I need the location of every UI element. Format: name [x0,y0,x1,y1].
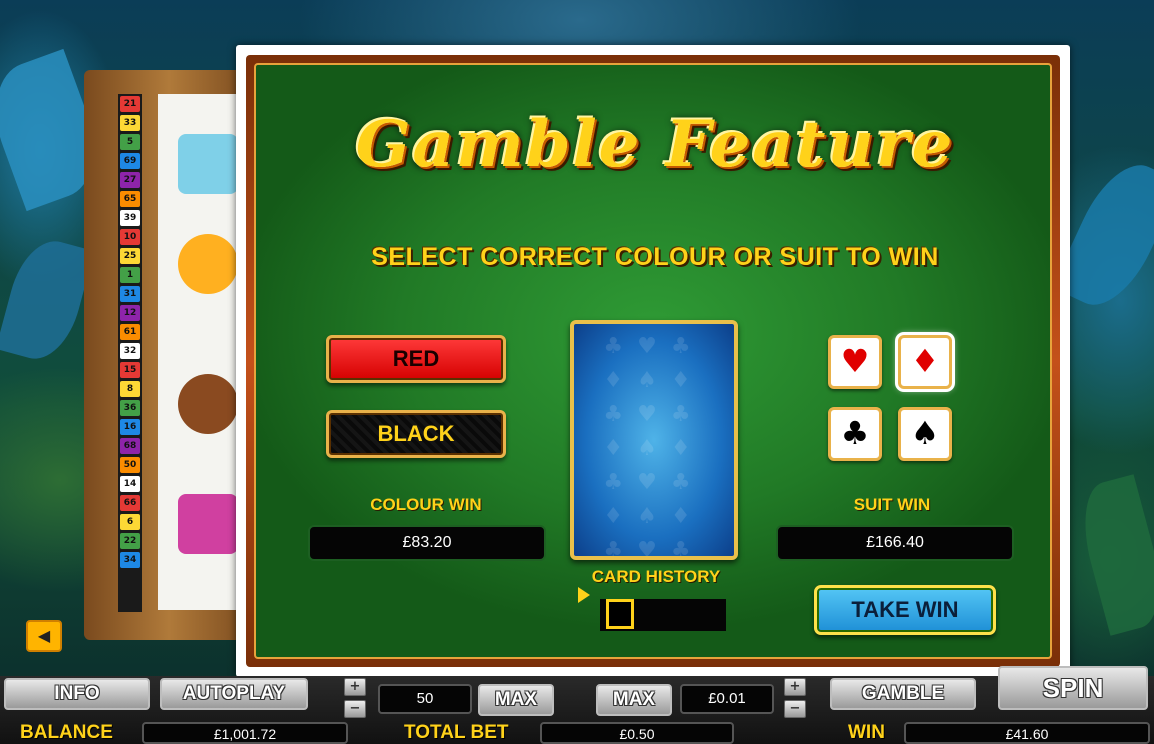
balance-value: £1,001.72 [142,722,348,744]
coin-decrease-button[interactable]: − [784,700,806,718]
payline-number: 14 [120,476,140,492]
payline-number: 31 [120,286,140,302]
payline-number: 36 [120,400,140,416]
payline-number: 66 [120,495,140,511]
payline-number: 68 [120,438,140,454]
lines-increase-button[interactable]: + [344,678,366,696]
gamble-card: ♣♥♣ ♦♠♦ ♣♥♣ ♦♠♦ ♣♥♣ ♦♠♦ ♣♥♣ [570,320,738,560]
card-history-label: CARD HISTORY [591,567,721,586]
payline-number: 34 [120,552,140,568]
payline-number: 10 [120,229,140,245]
gamble-frame: Gamble Feature SELECT CORRECT COLOUR OR … [246,55,1060,667]
payline-number: 16 [120,419,140,435]
symbol-icon [178,234,238,294]
lines-decrease-button[interactable]: − [344,700,366,718]
max-bet-button[interactable]: MAX [596,684,672,716]
payline-number: 33 [120,115,140,131]
gamble-title: Gamble Feature [355,107,955,182]
spin-button[interactable]: SPIN [998,666,1148,710]
max-lines-button[interactable]: MAX [478,684,554,716]
gamble-dialog: Gamble Feature SELECT CORRECT COLOUR OR … [236,45,1070,677]
black-button[interactable]: BLACK [326,410,506,458]
payline-number: 69 [120,153,140,169]
colour-win-value: £83.20 [308,525,546,561]
payline-number: 32 [120,343,140,359]
payline-number: 1 [120,267,140,283]
payline-number: 21 [120,96,140,112]
sound-toggle-icon[interactable]: ◀ [26,620,62,652]
payline-number: 12 [120,305,140,321]
diamonds-icon: ♦ [910,342,940,380]
card-history-slot [606,599,634,629]
coin-value: £0.01 [680,684,774,714]
clubs-icon: ♣ [840,414,870,452]
suit-win-value: £166.40 [776,525,1014,561]
colour-win-label: COLOUR WIN [370,495,482,514]
gamble-instruction: SELECT CORRECT COLOUR OR SUIT TO WIN [371,243,939,271]
payline-number: 27 [120,172,140,188]
suit-win-label: SUIT WIN [853,495,931,514]
info-button[interactable]: INFO [4,678,150,710]
take-win-button[interactable]: TAKE WIN [814,585,996,635]
balance-label: BALANCE [20,722,113,743]
total-bet-value: £0.50 [540,722,734,744]
payline-number: 6 [120,514,140,530]
coconut-icon [178,374,238,434]
history-arrow-icon [578,587,590,603]
clubs-button[interactable]: ♣ [828,407,882,461]
payline-number: 5 [120,134,140,150]
hearts-icon: ♥ [840,342,870,380]
payline-numbers: 21 33 5 69 27 65 39 10 25 1 31 12 61 32 15 8 36 16 68 50 14 6… [118,94,142,612]
payline-number: 8 [120,381,140,397]
payline-number: 65 [120,191,140,207]
hearts-button[interactable]: ♥ [828,335,882,389]
coin-increase-button[interactable]: + [784,678,806,696]
diamonds-button[interactable]: ♦ [898,335,952,389]
win-value: £41.60 [904,722,1150,744]
payline-number: 22 [120,533,140,549]
payline-number: 25 [120,248,140,264]
symbol-icon [178,134,238,194]
gamble-table: Gamble Feature SELECT CORRECT COLOUR OR … [254,63,1052,659]
payline-number: 50 [120,457,140,473]
total-bet-label: TOTAL BET [404,722,509,743]
spades-icon: ♠ [910,414,940,452]
lines-value: 50 [378,684,472,714]
spades-button[interactable]: ♠ [898,407,952,461]
win-label: WIN [848,722,885,743]
autoplay-button[interactable]: AUTOPLAY [160,678,308,710]
payline-number: 39 [120,210,140,226]
symbol-icon [178,494,238,554]
red-button[interactable]: RED [326,335,506,383]
gamble-button[interactable]: GAMBLE [830,678,976,710]
payline-number: 61 [120,324,140,340]
payline-number: 15 [120,362,140,378]
